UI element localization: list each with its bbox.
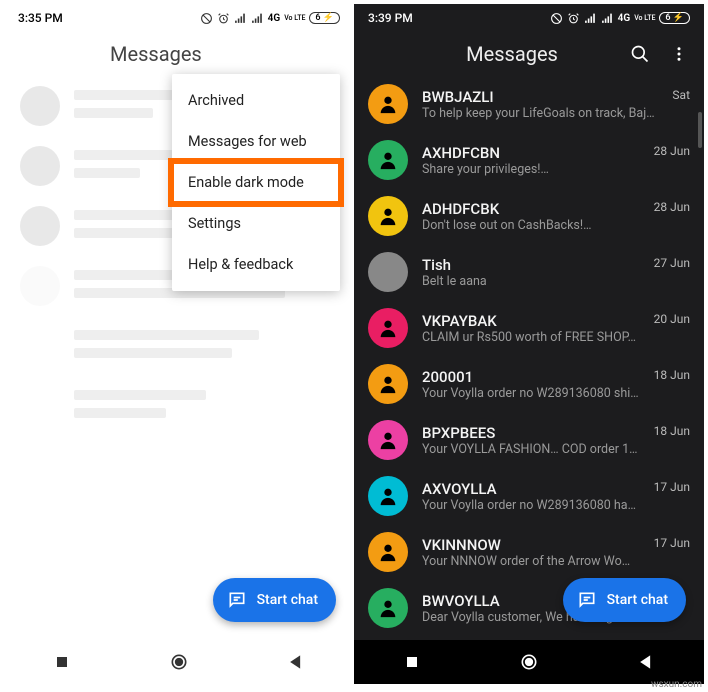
conversation-row[interactable]: VKINNNOWYour NNNOW order of the Arrow Wo…: [354, 524, 704, 580]
dnd-icon: [550, 12, 563, 25]
start-chat-fab[interactable]: Start chat: [213, 578, 336, 622]
signal-icon: [234, 12, 247, 25]
volte-label: Vo LTE: [284, 15, 305, 22]
conversation-name: AXHDFCBN: [422, 144, 640, 162]
conversation-row[interactable]: AXVOYLLAYour Voylla order no W289136080 …: [354, 468, 704, 524]
conversation-date: 27 Jun: [654, 252, 690, 270]
battery-pill: 6 ⚡: [309, 12, 340, 24]
conversation-date: 28 Jun: [654, 140, 690, 158]
menu-settings[interactable]: Settings: [172, 203, 340, 244]
battery-pill: 6 ⚡: [659, 12, 690, 24]
conversation-name: BPXPBEES: [422, 424, 640, 442]
status-bar: 3:35 PM 4G Vo LTE 6 ⚡: [4, 4, 354, 30]
conversation-preview: Belt le aana: [422, 274, 640, 289]
status-right: 4G Vo LTE 6 ⚡: [200, 12, 340, 25]
conversation-name: AXVOYLLA: [422, 480, 640, 498]
volte-label: Vo LTE: [634, 15, 655, 22]
placeholder-row: [4, 316, 354, 376]
conversation-row[interactable]: 200001Your Voylla order no W289136080 sh…: [354, 356, 704, 412]
conversation-row[interactable]: BPXPBEESYour VOYLLA FASHION… COD order 1…: [354, 412, 704, 468]
conversation-row[interactable]: BWBJAZLITo help keep your LifeGoals on t…: [354, 76, 704, 132]
conversation-preview: Your Voylla order no W289136080 has…: [422, 498, 640, 513]
nav-home[interactable]: [519, 652, 539, 672]
conversation-date: Sat: [672, 84, 690, 102]
nav-back[interactable]: [636, 652, 656, 672]
conversation-row[interactable]: VKPAYBAKCLAIM ur Rs500 worth of FREE SHO…: [354, 300, 704, 356]
nav-home[interactable]: [169, 652, 189, 672]
status-time: 3:35 PM: [18, 11, 63, 25]
conversation-date: 17 Jun: [654, 532, 690, 550]
conversation-date: 28 Jun: [654, 196, 690, 214]
conversation-preview: Your VOYLLA FASHION… COD order 13…: [422, 442, 640, 457]
conversation-date: 20 Jun: [654, 308, 690, 326]
placeholder-row: [4, 376, 354, 436]
nav-bar: [4, 640, 354, 684]
network-label: 4G: [268, 13, 281, 24]
network-label: 4G: [618, 13, 631, 24]
conversation-name: BWBJAZLI: [422, 88, 658, 106]
fab-label: Start chat: [257, 592, 318, 608]
conversation-preview: To help keep your LifeGoals on track, Ba…: [422, 106, 658, 121]
nav-back[interactable]: [286, 652, 306, 672]
nav-recent[interactable]: [402, 652, 422, 672]
fab-label: Start chat: [607, 592, 668, 608]
avatar: [368, 140, 408, 180]
conversation-row[interactable]: AXHDFCBNShare your privileges!… 28 Jun: [354, 132, 704, 188]
avatar: [368, 588, 408, 628]
signal-icon: [251, 12, 264, 25]
avatar: [368, 420, 408, 460]
conversation-row[interactable]: TishBelt le aana 27 Jun: [354, 244, 704, 300]
conversation-name: ADHDFCBK: [422, 200, 640, 218]
app-title: Messages: [60, 42, 338, 66]
menu-messages-for-web[interactable]: Messages for web: [172, 121, 340, 162]
avatar: [368, 252, 408, 292]
app-title: Messages: [394, 42, 630, 66]
avatar: [368, 84, 408, 124]
conversation-date: 18 Jun: [654, 364, 690, 382]
avatar: [368, 308, 408, 348]
start-chat-fab[interactable]: Start chat: [563, 578, 686, 622]
chat-icon: [227, 590, 247, 610]
menu-archived[interactable]: Archived: [172, 80, 340, 121]
scrollbar[interactable]: [698, 112, 702, 148]
app-bar: Messages: [354, 30, 704, 76]
dnd-icon: [200, 12, 213, 25]
search-icon[interactable]: [630, 44, 650, 64]
nav-recent[interactable]: [52, 652, 72, 672]
chat-icon: [577, 590, 597, 610]
avatar: [368, 196, 408, 236]
alarm-icon: [217, 12, 230, 25]
phone-dark: 3:39 PM 4G Vo LTE 6 ⚡ Messages BWBJAZLIT…: [354, 4, 704, 684]
conversation-preview: Don't lose out on CashBacks!…: [422, 218, 640, 233]
avatar: [368, 364, 408, 404]
conversation-list: BWBJAZLITo help keep your LifeGoals on t…: [354, 76, 704, 636]
conversation-name: 200001: [422, 368, 640, 386]
nav-bar: [354, 640, 704, 684]
menu-help-feedback[interactable]: Help & feedback: [172, 244, 340, 285]
alarm-icon: [567, 12, 580, 25]
app-bar: Messages: [4, 30, 354, 76]
conversation-date: 17 Jun: [654, 476, 690, 494]
overflow-menu: Archived Messages for web Enable dark mo…: [172, 74, 340, 291]
conversation-date: 18 Jun: [654, 420, 690, 438]
conversation-preview: Your Voylla order no W289136080 shi…: [422, 386, 640, 401]
status-right: 4G Vo LTE 6 ⚡: [550, 12, 690, 25]
conversation-row[interactable]: ADHDFCBKDon't lose out on CashBacks!… 28 …: [354, 188, 704, 244]
conversation-preview: Share your privileges!…: [422, 162, 640, 177]
signal-icon: [601, 12, 614, 25]
conversation-preview: CLAIM ur Rs500 worth of FREE SHOP…: [422, 330, 640, 345]
status-bar: 3:39 PM 4G Vo LTE 6 ⚡: [354, 4, 704, 30]
signal-icon: [584, 12, 597, 25]
menu-enable-dark-mode[interactable]: Enable dark mode: [172, 162, 340, 203]
conversation-name: VKPAYBAK: [422, 312, 640, 330]
conversation-name: VKINNNOW: [422, 536, 640, 554]
conversation-name: Tish: [422, 256, 640, 274]
status-time: 3:39 PM: [368, 11, 413, 25]
watermark: wsxun.com: [651, 679, 702, 690]
overflow-icon[interactable]: [670, 45, 688, 63]
avatar: [368, 476, 408, 516]
phone-light: 3:35 PM 4G Vo LTE 6 ⚡ Messages Archived …: [4, 4, 354, 684]
avatar: [368, 532, 408, 572]
conversation-preview: Your NNNOW order of the Arrow Wom…: [422, 554, 640, 569]
